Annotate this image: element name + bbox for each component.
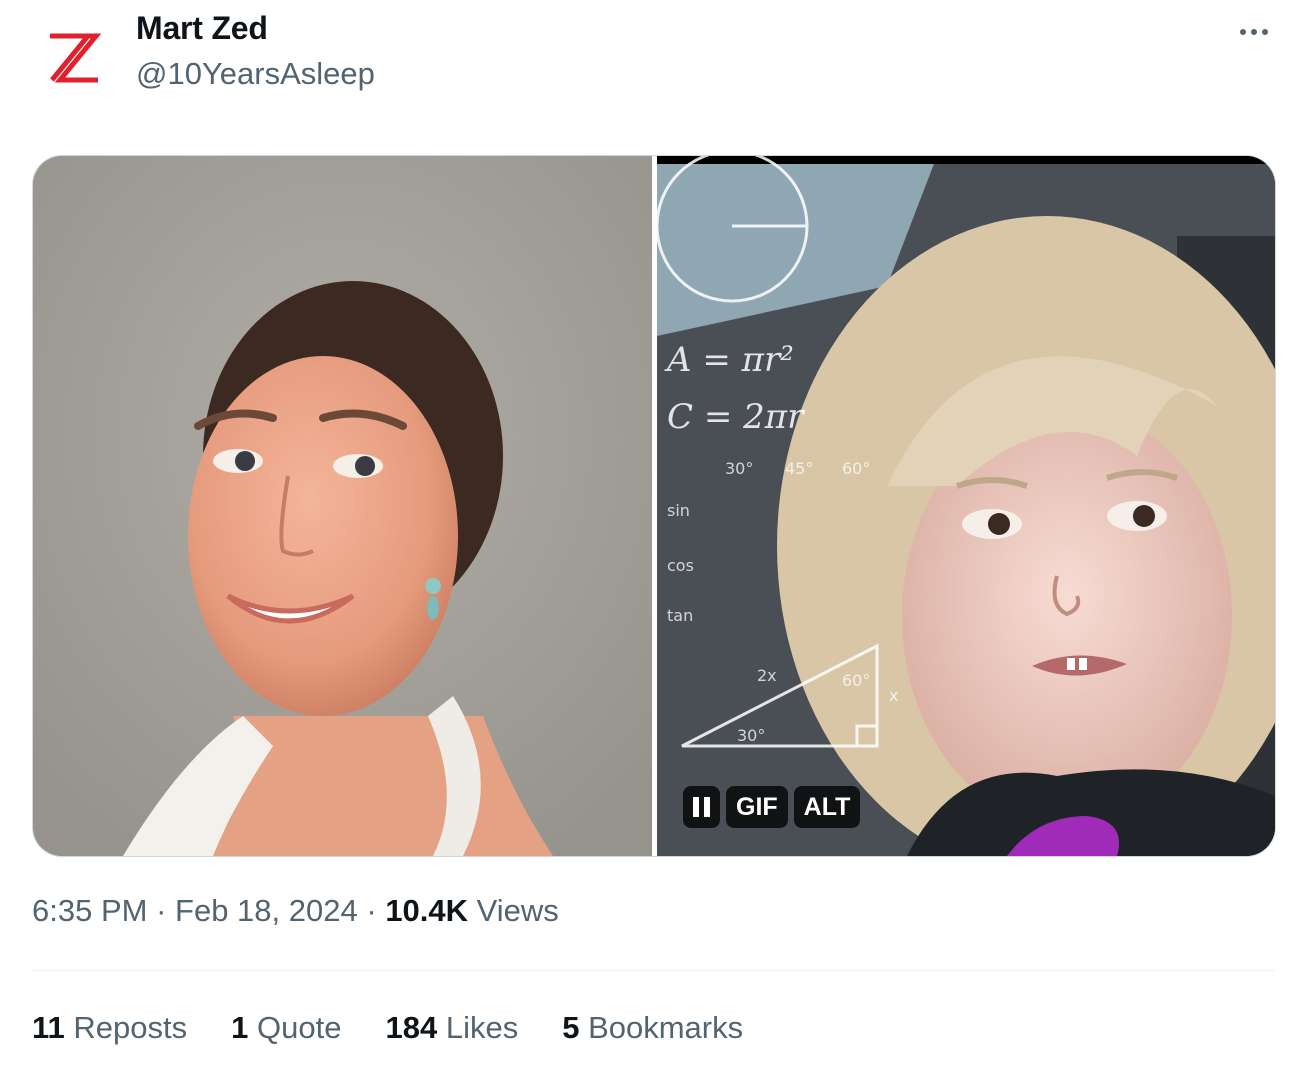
more-horizontal-icon [1240,29,1246,35]
tweet-date[interactable]: Feb 18, 2024 [175,893,358,928]
engagement-stats: 11 Reposts 1 Quote 184 Likes 5 Bookmarks [32,1010,743,1046]
math-text: x [889,686,898,705]
author-handle[interactable]: @10YearsAsleep [136,56,375,92]
media-grid: A = πr² C = 2πr 30° 45° 60° sin cos tan … [32,155,1276,857]
bookmarks-count: 5 [562,1010,580,1045]
media-photo-left[interactable] [33,156,652,856]
math-text: 60° [842,671,870,690]
reposts-count: 11 [32,1010,65,1045]
math-text: 30° [725,459,753,478]
reposts-label: Reposts [73,1010,188,1045]
divider [32,970,1276,971]
gif-controls: GIF ALT [683,786,861,828]
pause-button[interactable] [683,786,720,828]
quotes-label: Quote [257,1010,342,1045]
math-text: 2x [757,666,777,685]
math-text: 45° [785,459,813,478]
math-text: sin [667,501,690,520]
math-text: 60° [842,459,870,478]
avatar[interactable] [30,14,116,100]
bookmarks-stat[interactable]: 5 Bookmarks [562,1010,743,1046]
tweet-metadata: 6:35 PM · Feb 18, 2024 · 10.4K Views [32,893,559,929]
more-dot [1251,29,1257,35]
more-dot [1262,29,1268,35]
pause-icon [693,797,710,817]
alt-text-button[interactable]: ALT [793,786,861,828]
red-z-logo-icon [50,33,102,83]
tweet: Mart Zed @10YearsAsleep A = πr² C = 2πr … [0,0,1302,1072]
bookmarks-label: Bookmarks [588,1010,744,1045]
math-text: cos [667,556,694,575]
views-count: 10.4K [385,893,469,928]
gif-confused-girl-math-equations: A = πr² C = 2πr 30° 45° 60° sin cos tan … [657,156,1275,856]
quotes-stat[interactable]: 1 Quote [231,1010,341,1046]
separator: · [156,893,167,928]
quotes-count: 1 [231,1010,249,1045]
math-text: tan [667,606,693,625]
math-text: A = πr² [664,340,794,380]
media-gif-right[interactable]: A = πr² C = 2πr 30° 45° 60° sin cos tan … [657,156,1275,856]
likes-count: 184 [385,1010,438,1045]
likes-stat[interactable]: 184 Likes [385,1010,518,1046]
likes-label: Likes [445,1010,519,1045]
views-label: Views [476,893,559,928]
reposts-stat[interactable]: 11 Reposts [32,1010,187,1046]
author-display-name[interactable]: Mart Zed [136,10,268,47]
math-text: C = 2πr [667,397,805,437]
more-options-button[interactable] [1232,18,1276,46]
separator: · [366,893,377,928]
tweet-time[interactable]: 6:35 PM [32,893,147,928]
photo-smiling-woman [33,156,652,856]
gif-badge: GIF [726,786,788,828]
math-text: 30° [737,726,765,745]
